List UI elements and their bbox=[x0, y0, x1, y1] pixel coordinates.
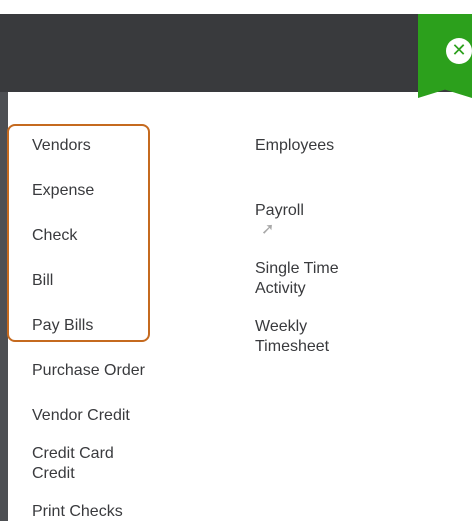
close-icon: ✕ bbox=[451, 40, 467, 61]
menu-item-purchase-order[interactable]: Purchase Order bbox=[32, 361, 182, 381]
vendors-column: Vendors Expense Check Bill Pay Bills Pur… bbox=[32, 136, 182, 521]
employees-column: Employees Payroll ➚ Single Time Activity… bbox=[255, 136, 415, 357]
top-bar bbox=[0, 14, 472, 92]
employees-heading: Employees bbox=[255, 137, 335, 154]
menu-item-print-checks[interactable]: Print Checks bbox=[32, 502, 182, 521]
menu-item-bill[interactable]: Bill bbox=[32, 271, 182, 291]
menu-item-weekly-timesheet[interactable]: Weekly Timesheet bbox=[255, 317, 415, 357]
vendors-heading: Vendors bbox=[32, 137, 91, 154]
menu-item-single-time-activity[interactable]: Single Time Activity bbox=[255, 259, 415, 299]
quick-create-panel: ✕ Vendors Expense Check Bill Pay Bills P… bbox=[0, 0, 472, 521]
menu-item-payroll[interactable]: Payroll ➚ bbox=[255, 181, 415, 241]
arrow-up-right-icon: ➚ bbox=[261, 219, 275, 238]
menu-item-pay-bills[interactable]: Pay Bills bbox=[32, 316, 182, 336]
menu-item-expense[interactable]: Expense bbox=[32, 181, 182, 201]
menu-item-vendor-credit[interactable]: Vendor Credit bbox=[32, 406, 182, 426]
menu-item-credit-card-credit[interactable]: Credit Card Credit bbox=[32, 444, 182, 484]
menu-item-check[interactable]: Check bbox=[32, 226, 182, 246]
close-button[interactable]: ✕ bbox=[446, 38, 472, 64]
payroll-label: Payroll bbox=[255, 202, 304, 219]
